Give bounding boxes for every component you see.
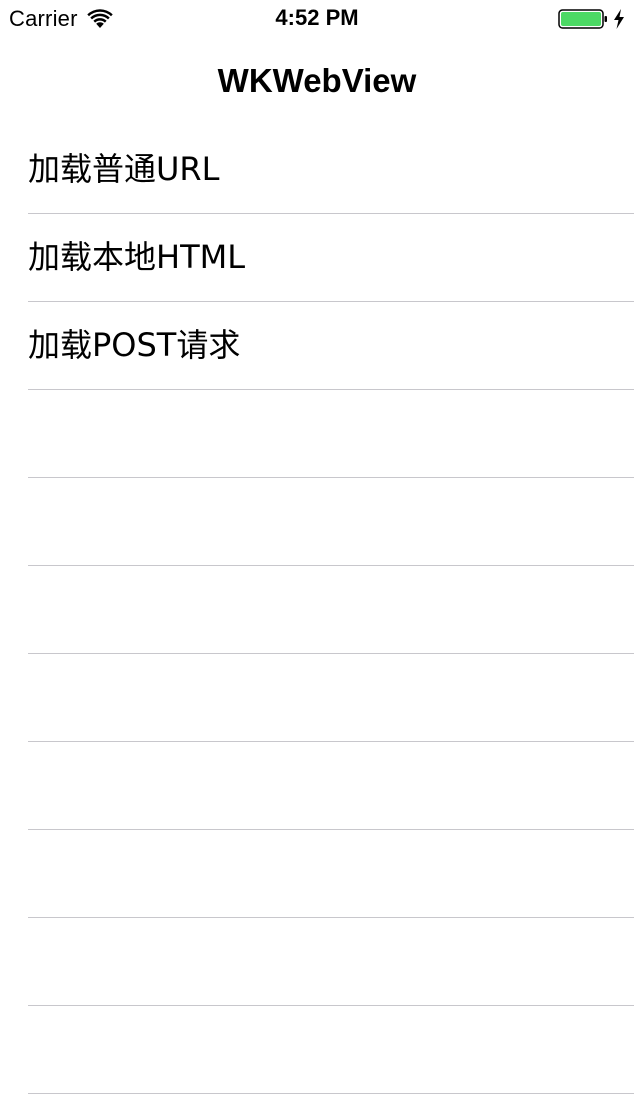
table-row[interactable] xyxy=(28,742,634,830)
table-row-label: 加载普通URL xyxy=(28,150,220,188)
table-row[interactable] xyxy=(28,654,634,742)
table-row[interactable] xyxy=(28,1006,634,1094)
table-row[interactable] xyxy=(28,918,634,1006)
table-row[interactable] xyxy=(28,566,634,654)
table-row-label: 加载本地HTML xyxy=(28,238,246,276)
charging-bolt-icon xyxy=(614,9,624,29)
battery-group xyxy=(558,8,626,30)
table-row[interactable] xyxy=(28,830,634,918)
table-row-label: 加载POST请求 xyxy=(28,326,241,364)
battery-icon xyxy=(558,9,607,29)
navigation-bar: WKWebView xyxy=(0,40,634,128)
nav-title: WKWebView xyxy=(217,62,417,99)
table-view[interactable]: 加载普通URL 加载本地HTML 加载POST请求 xyxy=(0,126,634,1094)
table-row[interactable] xyxy=(28,390,634,478)
table-row[interactable]: 加载本地HTML xyxy=(28,214,634,302)
table-row[interactable]: 加载POST请求 xyxy=(28,302,634,390)
status-bar: Carrier 4:52 PM xyxy=(0,0,634,40)
status-time: 4:52 PM xyxy=(275,5,359,30)
table-row[interactable]: 加载普通URL xyxy=(28,126,634,214)
table-row[interactable] xyxy=(28,478,634,566)
